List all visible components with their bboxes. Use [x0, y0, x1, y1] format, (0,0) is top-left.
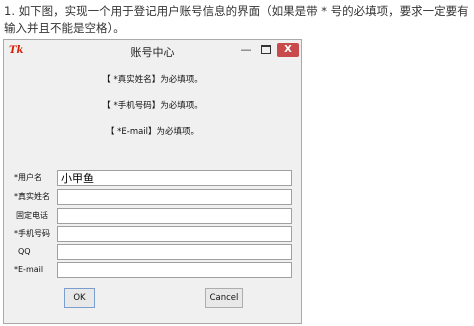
dialog-window: Tk 账号中心 — X 【 *真实姓名】为必填项。 【 *手机号码】为必填项。 … — [3, 39, 302, 324]
mobile-label: *手机号码 — [14, 229, 50, 238]
mobile-input[interactable] — [57, 226, 292, 242]
username-label: *用户名 — [14, 173, 42, 182]
qq-input[interactable] — [57, 244, 292, 260]
maximize-icon — [261, 44, 271, 54]
required-note-realname: 【 *真实姓名】为必填项。 — [102, 75, 203, 85]
email-input[interactable] — [57, 262, 292, 278]
close-button[interactable]: X — [277, 43, 299, 57]
username-input[interactable] — [57, 170, 292, 186]
question-text: 1. 如下图，实现一个用于登记用户账号信息的界面（如果是带 * 号的必填项，要求… — [4, 4, 469, 35]
qq-label: QQ — [18, 247, 31, 256]
phone-input[interactable] — [57, 208, 292, 224]
realname-label: *真实姓名 — [14, 192, 50, 201]
minimize-button[interactable]: — — [237, 42, 255, 58]
required-note-mobile: 【 *手机号码】为必填项。 — [102, 101, 203, 111]
maximize-button[interactable] — [257, 42, 275, 58]
cancel-button[interactable]: Cancel — [205, 288, 243, 308]
required-note-email: 【 *E-mail】为必填项。 — [105, 127, 200, 137]
realname-input[interactable] — [57, 189, 292, 205]
title-bar[interactable]: Tk 账号中心 — X — [4, 40, 301, 62]
ok-button[interactable]: OK — [64, 288, 95, 308]
email-label: *E-mail — [14, 265, 44, 274]
phone-label: 固定电话 — [16, 211, 48, 220]
